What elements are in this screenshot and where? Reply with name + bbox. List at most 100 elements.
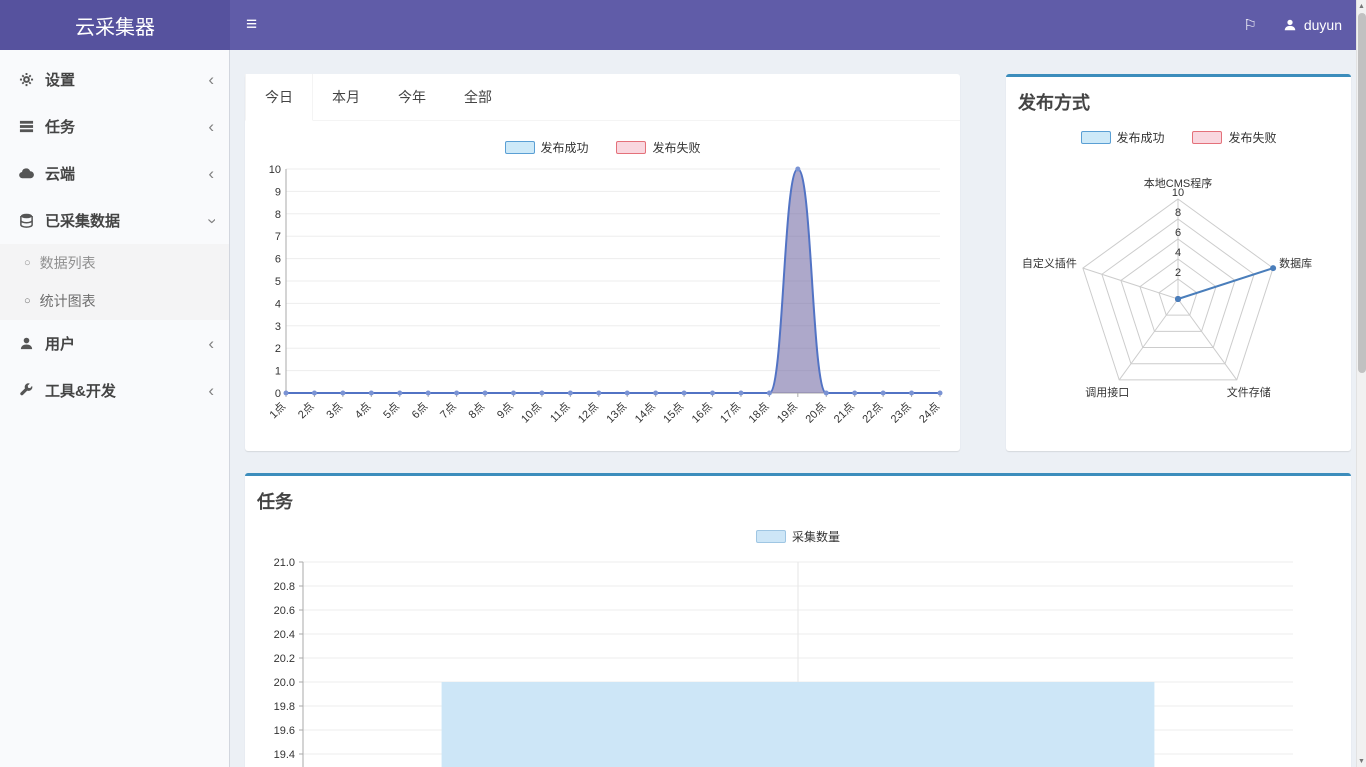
svg-text:7点: 7点 xyxy=(437,400,458,421)
publish-method-title: 发布方式 xyxy=(1006,77,1351,119)
user-menu[interactable]: duyun xyxy=(1283,17,1342,33)
sidebar-subitem-stats-chart[interactable]: ○ 统计图表 xyxy=(0,282,229,320)
svg-text:11点: 11点 xyxy=(547,400,572,425)
svg-text:5: 5 xyxy=(274,276,280,288)
sidebar-item-label: 已采集数据 xyxy=(45,210,120,231)
collected-data-submenu: ○ 数据列表 ○ 统计图表 xyxy=(0,244,229,320)
chevron-left-icon: ‹ xyxy=(208,386,214,396)
sidebar-item-label: 用户 xyxy=(45,333,75,354)
sidebar-item-users[interactable]: 用户 ‹ xyxy=(0,320,229,367)
sidebar-item-tools-dev[interactable]: 工具&开发 ‹ xyxy=(0,367,229,414)
svg-text:4: 4 xyxy=(1175,247,1181,259)
svg-text:自定义插件: 自定义插件 xyxy=(1022,256,1077,270)
sidebar-item-cloud[interactable]: 云端 ‹ xyxy=(0,150,229,197)
svg-text:22点: 22点 xyxy=(859,400,885,426)
svg-text:20.0: 20.0 xyxy=(274,677,295,689)
svg-text:1: 1 xyxy=(274,366,280,378)
svg-text:10点: 10点 xyxy=(518,400,544,426)
svg-text:8: 8 xyxy=(1175,207,1181,219)
legend-item-publish-success[interactable]: 发布成功 xyxy=(1081,129,1165,146)
svg-text:20.6: 20.6 xyxy=(274,605,295,617)
tasks-icon xyxy=(15,119,37,134)
svg-text:1点: 1点 xyxy=(266,400,287,421)
svg-text:7: 7 xyxy=(274,231,280,243)
publish-method-panel: 发布方式 发布成功 发布失败 246810本地CMS程序数据库文件存储调用接口自… xyxy=(1006,74,1351,451)
publish-method-radar: 246810本地CMS程序数据库文件存储调用接口自定义插件 xyxy=(1016,149,1341,411)
vertical-scrollbar[interactable]: ▲ ▼ xyxy=(1356,0,1366,767)
tab-this-year[interactable]: 今年 xyxy=(379,74,445,120)
svg-text:8: 8 xyxy=(274,209,280,221)
svg-text:0: 0 xyxy=(274,388,280,400)
tasks-panel: 任务 采集数量 21.020.820.620.420.220.019.819.6… xyxy=(245,473,1351,767)
submenu-item-label: 数据列表 xyxy=(40,253,96,273)
svg-text:2: 2 xyxy=(1175,267,1181,279)
bar-chart-legend: 采集数量 xyxy=(255,528,1341,546)
task-count-chart: 21.020.820.620.420.220.019.819.619.4 xyxy=(258,552,1338,767)
svg-text:20点: 20点 xyxy=(802,400,828,426)
svg-text:4点: 4点 xyxy=(352,400,373,421)
scroll-down-arrow[interactable]: ▼ xyxy=(1357,755,1366,767)
sidebar-item-label: 工具&开发 xyxy=(45,380,116,401)
app-logo[interactable]: 云采集器 xyxy=(0,0,230,50)
flag-icon[interactable]: ⚐ xyxy=(1243,16,1256,34)
svg-text:20.8: 20.8 xyxy=(274,581,295,593)
period-tabs: 今日 本月 今年 全部 xyxy=(245,74,960,121)
sidebar: 设置 ‹ 任务 ‹ 云端 ‹ 已采集数据 ‹ ○ xyxy=(0,50,230,767)
svg-text:18点: 18点 xyxy=(745,400,771,426)
legend-item-publish-success[interactable]: 发布成功 xyxy=(505,139,589,156)
sidebar-item-settings[interactable]: 设置 ‹ xyxy=(0,56,229,103)
tasks-title: 任务 xyxy=(245,476,1351,518)
legend-swatch xyxy=(505,141,535,154)
sidebar-menu: 设置 ‹ 任务 ‹ 云端 ‹ 已采集数据 ‹ ○ xyxy=(0,50,229,414)
legend-swatch xyxy=(1081,131,1111,144)
tab-today[interactable]: 今日 xyxy=(245,74,313,121)
svg-text:19.6: 19.6 xyxy=(274,725,295,737)
svg-text:8点: 8点 xyxy=(465,400,486,421)
svg-text:23点: 23点 xyxy=(888,400,914,426)
scroll-up-arrow[interactable]: ▲ xyxy=(1357,0,1366,12)
top-row: 今日 本月 今年 全部 发布成功 发布失败 0123456789101点2点3点… xyxy=(245,74,1351,473)
svg-text:2点: 2点 xyxy=(295,400,316,421)
svg-text:4: 4 xyxy=(274,298,280,310)
svg-text:17点: 17点 xyxy=(717,400,743,426)
svg-text:20.2: 20.2 xyxy=(274,653,295,665)
gear-icon xyxy=(15,72,37,87)
sidebar-toggle-button[interactable]: ≡ xyxy=(230,0,273,50)
sidebar-item-label: 任务 xyxy=(45,116,75,137)
svg-text:6: 6 xyxy=(1175,227,1181,239)
area-chart-legend: 发布成功 发布失败 xyxy=(255,139,950,157)
scrollbar-thumb[interactable] xyxy=(1358,13,1366,373)
svg-text:9点: 9点 xyxy=(494,400,515,421)
legend-item-publish-fail[interactable]: 发布失败 xyxy=(616,139,700,156)
app-title: 云采集器 xyxy=(75,11,155,40)
svg-text:13点: 13点 xyxy=(603,400,629,426)
sidebar-subitem-data-list[interactable]: ○ 数据列表 xyxy=(0,244,229,282)
svg-text:本地CMS程序: 本地CMS程序 xyxy=(1144,176,1212,190)
wrench-icon xyxy=(15,383,37,398)
legend-item-collect-count[interactable]: 采集数量 xyxy=(756,528,840,545)
legend-item-publish-fail[interactable]: 发布失败 xyxy=(1192,129,1276,146)
daily-stats-body: 发布成功 发布失败 0123456789101点2点3点4点5点6点7点8点9点… xyxy=(245,121,960,451)
user-icon xyxy=(15,336,37,351)
user-icon xyxy=(1283,18,1297,32)
legend-swatch xyxy=(756,530,786,543)
svg-text:数据库: 数据库 xyxy=(1279,256,1312,270)
tab-all[interactable]: 全部 xyxy=(445,74,511,120)
navbar-right: ⚐ duyun xyxy=(1243,0,1356,50)
publish-method-body: 发布成功 发布失败 246810本地CMS程序数据库文件存储调用接口自定义插件 xyxy=(1006,119,1351,421)
svg-text:6: 6 xyxy=(274,254,280,266)
cloud-icon xyxy=(15,166,37,181)
legend-swatch xyxy=(616,141,646,154)
sidebar-item-label: 设置 xyxy=(45,69,75,90)
tab-this-month[interactable]: 本月 xyxy=(313,74,379,120)
svg-text:调用接口: 调用接口 xyxy=(1085,386,1129,399)
svg-text:9: 9 xyxy=(274,186,280,198)
chevron-left-icon: ‹ xyxy=(208,339,214,349)
sidebar-item-tasks[interactable]: 任务 ‹ xyxy=(0,103,229,150)
chevron-down-icon: ‹ xyxy=(206,218,216,224)
sidebar-item-collected-data[interactable]: 已采集数据 ‹ xyxy=(0,197,229,244)
svg-text:15点: 15点 xyxy=(660,400,686,426)
svg-text:2: 2 xyxy=(274,343,280,355)
svg-text:24点: 24点 xyxy=(916,400,942,426)
chevron-left-icon: ‹ xyxy=(208,169,214,179)
